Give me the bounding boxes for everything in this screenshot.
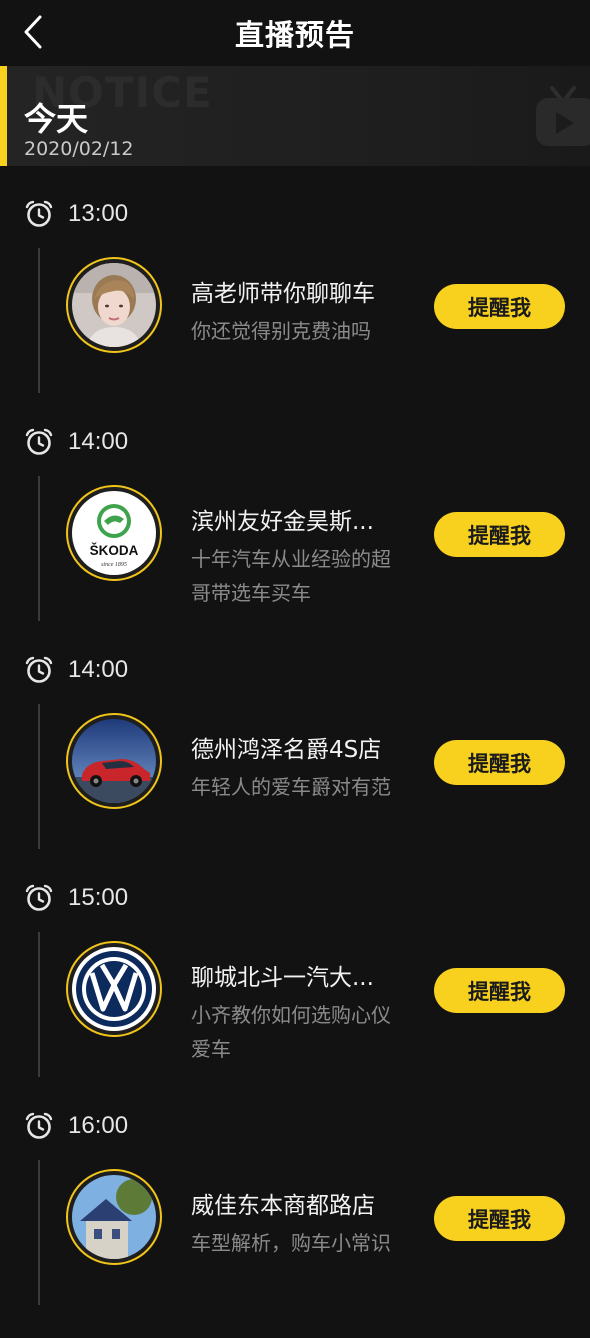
remind-me-button[interactable]: 提醒我 <box>434 284 565 329</box>
show-description: 车型解析，购车小常识 <box>191 1231 391 1255</box>
date-banner: NOTICE 今天 2020/02/12 <box>0 66 590 166</box>
show-title: 高老师带你聊聊车 <box>191 281 375 307</box>
show-description: 小齐教你如何选购心仪爱车 <box>191 1003 391 1061</box>
volkswagen-logo <box>72 947 156 1031</box>
show-title: 德州鸿泽名爵4S店 <box>191 737 382 763</box>
remind-me-button[interactable]: 提醒我 <box>434 968 565 1013</box>
alarm-clock-icon <box>25 656 53 683</box>
timeline-line <box>38 1160 40 1305</box>
top-bar: 直播预告 <box>0 0 590 66</box>
house-photo <box>72 1175 156 1259</box>
schedule-slot: 14:00 德州鸿泽名爵4S店 年轻人的爱车爵对有范 提醒我 <box>0 654 590 882</box>
schedule-slot: 13:00 高老师带你聊聊车 你还觉得别克费油吗 提醒我 <box>0 198 590 426</box>
slot-time-row: 14:00 <box>24 654 128 686</box>
alarm-clock-icon <box>25 200 53 227</box>
slot-time-row: 14:00 <box>24 426 128 458</box>
timeline-line <box>38 704 40 849</box>
remind-me-button[interactable]: 提醒我 <box>434 740 565 785</box>
slot-time-row: 13:00 <box>24 198 128 230</box>
skoda-logo: ŠKODA since 1895 <box>72 491 156 575</box>
schedule-slot: 15:00 聊城北斗一汽大... 小齐教你如何选购心仪爱车 提醒我 <box>0 882 590 1110</box>
red-car-photo <box>72 719 156 803</box>
show-title: 威佳东本商都路店 <box>191 1193 375 1219</box>
show-description: 十年汽车从业经验的超哥带选车买车 <box>191 547 391 605</box>
svg-text:since 1895: since 1895 <box>101 562 127 568</box>
slot-time: 16:00 <box>68 1112 129 1139</box>
banner-day-label: 今天 <box>24 100 89 138</box>
host-avatar[interactable] <box>66 941 162 1037</box>
banner-accent-bar <box>0 66 7 166</box>
slot-time-row: 16:00 <box>24 1110 128 1142</box>
slot-time: 13:00 <box>68 200 129 227</box>
show-title: 聊城北斗一汽大... <box>191 965 374 991</box>
slot-time: 15:00 <box>68 884 129 911</box>
alarm-clock-icon <box>25 428 53 455</box>
host-avatar[interactable] <box>66 257 162 353</box>
show-description: 年轻人的爱车爵对有范 <box>191 775 391 799</box>
show-description: 你还觉得别克费油吗 <box>191 319 371 343</box>
host-avatar[interactable] <box>66 1169 162 1265</box>
tv-play-icon <box>536 86 590 146</box>
timeline-line <box>38 248 40 393</box>
svg-text:ŠKODA: ŠKODA <box>90 543 139 558</box>
alarm-clock-icon <box>25 1112 53 1139</box>
alarm-clock-icon <box>25 884 53 911</box>
timeline-line <box>38 932 40 1077</box>
slot-time-row: 15:00 <box>24 882 128 914</box>
remind-me-button[interactable]: 提醒我 <box>434 512 565 557</box>
schedule-slot: 14:00 ŠKODA since 1895 滨州友好金昊斯... 十年汽车从业… <box>0 426 590 654</box>
show-title: 滨州友好金昊斯... <box>191 509 374 535</box>
host-avatar[interactable] <box>66 713 162 809</box>
banner-date: 2020/02/12 <box>24 138 134 160</box>
slot-time: 14:00 <box>68 656 129 683</box>
host-avatar[interactable]: ŠKODA since 1895 <box>66 485 162 581</box>
remind-me-button[interactable]: 提醒我 <box>434 1196 565 1241</box>
schedule-slot: 16:00 威佳东本商都路店 车型解析，购车小常识 提醒我 <box>0 1110 590 1338</box>
slot-time: 14:00 <box>68 428 129 455</box>
page-title: 直播预告 <box>234 18 355 52</box>
person-photo <box>72 263 156 347</box>
timeline-line <box>38 476 40 621</box>
